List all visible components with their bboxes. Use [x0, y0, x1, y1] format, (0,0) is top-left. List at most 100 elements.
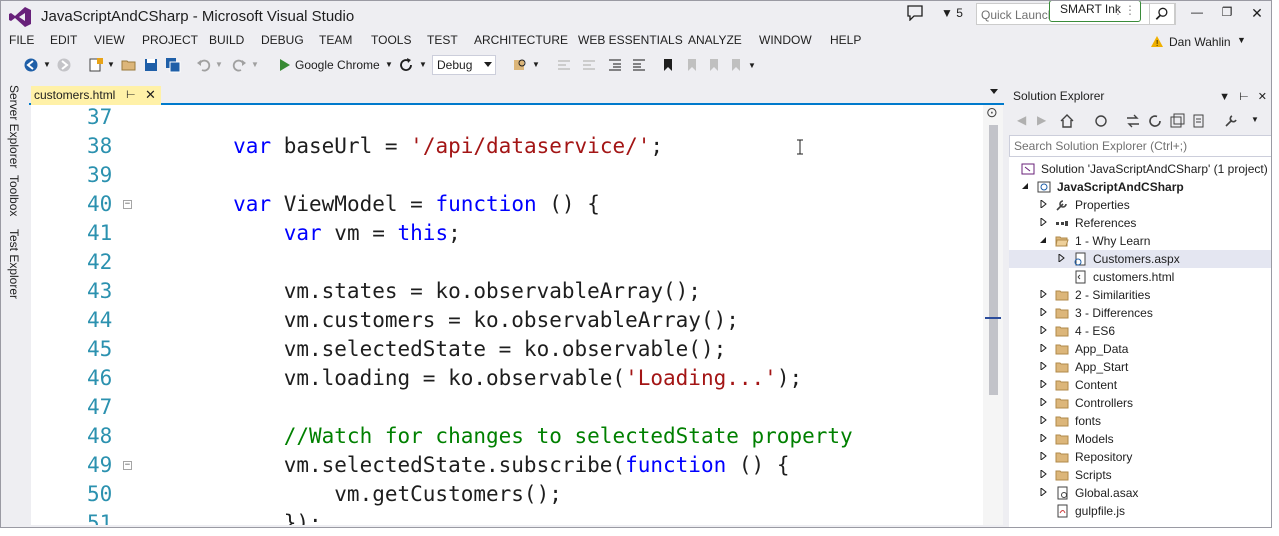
tree-item[interactable]: 3 - Differences — [1009, 304, 1271, 322]
expand-arrow-icon[interactable] — [1039, 398, 1047, 406]
back-icon[interactable]: ◀ — [1017, 113, 1026, 127]
code-line[interactable]: 38 var baseUrl = '/api/dataservice/'; — [31, 134, 981, 163]
expand-arrow-icon[interactable] — [1039, 200, 1047, 208]
close-pane-icon[interactable]: ✕ — [1258, 91, 1267, 103]
editor-vertical-scrollbar[interactable]: ⊙ — [983, 105, 1003, 525]
new-dropdown-icon[interactable]: ▼ — [107, 60, 115, 69]
menu-build[interactable]: BUILD — [209, 33, 244, 47]
bookmark-icon[interactable] — [660, 57, 676, 73]
redo-dropdown-icon[interactable]: ▼ — [251, 60, 259, 69]
tree-item[interactable]: 1 - Why Learn — [1009, 232, 1271, 250]
tree-item[interactable]: App_Data — [1009, 340, 1271, 358]
tab-test-explorer[interactable]: Test Explorer — [7, 229, 21, 299]
pane-dropdown-icon[interactable]: ▼ — [1219, 91, 1230, 103]
code-editor[interactable]: 51 }); 50 vm.getCustomers(); 49− vm.select… — [31, 105, 1003, 525]
tab-server-explorer[interactable]: Server Explorer — [7, 85, 21, 168]
menu-tools[interactable]: TOOLS — [371, 33, 411, 47]
notification-icon[interactable] — [906, 5, 924, 21]
code-line[interactable]: 51 }); — [31, 511, 981, 525]
menu-test[interactable]: TEST — [427, 33, 458, 47]
toolbar-dropdown-icon[interactable]: ▼ — [1251, 115, 1259, 124]
menu-team[interactable]: TEAM — [319, 33, 352, 47]
expand-arrow-icon[interactable] — [1039, 452, 1047, 460]
menu-window[interactable]: WINDOW — [759, 33, 812, 47]
code-line[interactable]: 42 — [31, 250, 981, 279]
navigate-forward-icon[interactable] — [56, 57, 72, 73]
split-editor-icon[interactable]: ⊙ — [986, 105, 998, 121]
code-line[interactable]: 39 — [31, 163, 981, 192]
code-line[interactable]: 43 vm.states = ko.observableArray(); — [31, 279, 981, 308]
code-line[interactable]: 46 vm.loading = ko.observable('Loading..… — [31, 366, 981, 395]
sync-with-active-document-icon[interactable] — [1125, 113, 1141, 129]
browser-selector[interactable]: Google Chrome — [295, 58, 380, 72]
quick-launch-search-button[interactable] — [1149, 3, 1175, 25]
expand-arrow-icon[interactable] — [1039, 344, 1047, 352]
refresh-icon[interactable] — [1147, 113, 1163, 129]
undo-icon[interactable] — [196, 57, 212, 73]
code-line[interactable]: 40− var ViewModel = function () { — [31, 192, 981, 221]
menu-project[interactable]: PROJECT — [142, 33, 198, 47]
open-file-icon[interactable] — [121, 57, 137, 73]
tab-customers-html[interactable]: customers.html ⊢ ✕ — [31, 86, 161, 106]
menu-edit[interactable]: EDIT — [50, 33, 77, 47]
tree-item[interactable]: Controllers — [1009, 394, 1271, 412]
expand-arrow-icon[interactable] — [1039, 488, 1047, 496]
show-all-files-icon[interactable] — [1191, 113, 1207, 129]
active-files-dropdown-icon[interactable] — [990, 89, 998, 94]
tree-item[interactable]: 4 - ES6 — [1009, 322, 1271, 340]
code-line[interactable]: 44 vm.customers = ko.observableArray(); — [31, 308, 981, 337]
tree-item[interactable]: fonts — [1009, 412, 1271, 430]
code-line[interactable]: 48 //Watch for changes to selectedState … — [31, 424, 981, 453]
expand-arrow-icon[interactable] — [1039, 308, 1047, 316]
pending-changes-filter-icon[interactable] — [1093, 113, 1109, 129]
scrollbar-thumb[interactable] — [989, 125, 998, 395]
tree-item[interactable]: Scripts — [1009, 466, 1271, 484]
menu-view[interactable]: VIEW — [94, 33, 125, 47]
notifications-filter[interactable]: ▼ 5 — [941, 6, 963, 20]
code-line[interactable]: 41 var vm = this; — [31, 221, 981, 250]
browser-dropdown-icon[interactable]: ▼ — [385, 60, 393, 69]
pin-icon[interactable]: ⊢ — [126, 88, 136, 101]
save-all-icon[interactable] — [165, 57, 181, 73]
tree-item[interactable]: Customers.aspx — [1009, 250, 1271, 268]
collapse-region-icon[interactable]: − — [123, 461, 132, 470]
tree-item[interactable]: customers.html — [1009, 268, 1271, 286]
indent-icon[interactable] — [607, 57, 623, 73]
tree-item[interactable]: Properties — [1009, 196, 1271, 214]
code-line[interactable]: 45 vm.selectedState = ko.observable(); — [31, 337, 981, 366]
collapse-all-icon[interactable] — [1169, 113, 1185, 129]
expand-arrow-icon[interactable] — [1057, 254, 1065, 262]
tree-item[interactable]: JavaScriptAndCSharp — [1009, 178, 1271, 196]
save-icon[interactable] — [143, 57, 159, 73]
undo-dropdown-icon[interactable]: ▼ — [215, 60, 223, 69]
tree-item[interactable]: Global.asax — [1009, 484, 1271, 502]
expand-arrow-icon[interactable] — [1039, 434, 1047, 442]
collapse-region-icon[interactable]: − — [123, 200, 132, 209]
collapse-arrow-icon[interactable] — [1021, 182, 1029, 190]
expand-arrow-icon[interactable] — [1039, 326, 1047, 334]
code-line[interactable]: 50 vm.getCustomers(); — [31, 482, 981, 511]
tree-item[interactable]: Solution 'JavaScriptAndCSharp' (1 projec… — [1009, 160, 1271, 178]
code-line[interactable]: 49− vm.selectedState.subscribe(function … — [31, 453, 981, 482]
uncomment-icon[interactable] — [581, 57, 597, 73]
properties-icon[interactable] — [1223, 113, 1239, 129]
user-account[interactable]: ! Dan Wahlin ▼ — [1151, 34, 1251, 50]
solution-configuration-select[interactable]: Debug — [432, 55, 496, 75]
tree-item[interactable]: 2 - Similarities — [1009, 286, 1271, 304]
solution-explorer-search-input[interactable]: Search Solution Explorer (Ctrl+;) — [1009, 135, 1271, 157]
previous-bookmark-icon[interactable] — [684, 57, 700, 73]
tree-item[interactable]: gulpfile.js — [1009, 502, 1271, 520]
start-debugging-icon[interactable] — [277, 57, 293, 73]
close-button[interactable]: ✕ — [1247, 5, 1267, 21]
menu-web-essentials[interactable]: WEB ESSENTIALS — [578, 33, 683, 47]
expand-arrow-icon[interactable] — [1039, 290, 1047, 298]
tree-item[interactable]: Models — [1009, 430, 1271, 448]
code-line[interactable]: 47 — [31, 395, 981, 424]
menu-analyze[interactable]: ANALYZE — [688, 33, 742, 47]
outdent-icon[interactable] — [631, 57, 647, 73]
find-dropdown-icon[interactable]: ▼ — [532, 60, 540, 69]
expand-arrow-icon[interactable] — [1039, 470, 1047, 478]
tree-item[interactable]: References — [1009, 214, 1271, 232]
expand-arrow-icon[interactable] — [1039, 380, 1047, 388]
tree-item[interactable]: Repository — [1009, 448, 1271, 466]
